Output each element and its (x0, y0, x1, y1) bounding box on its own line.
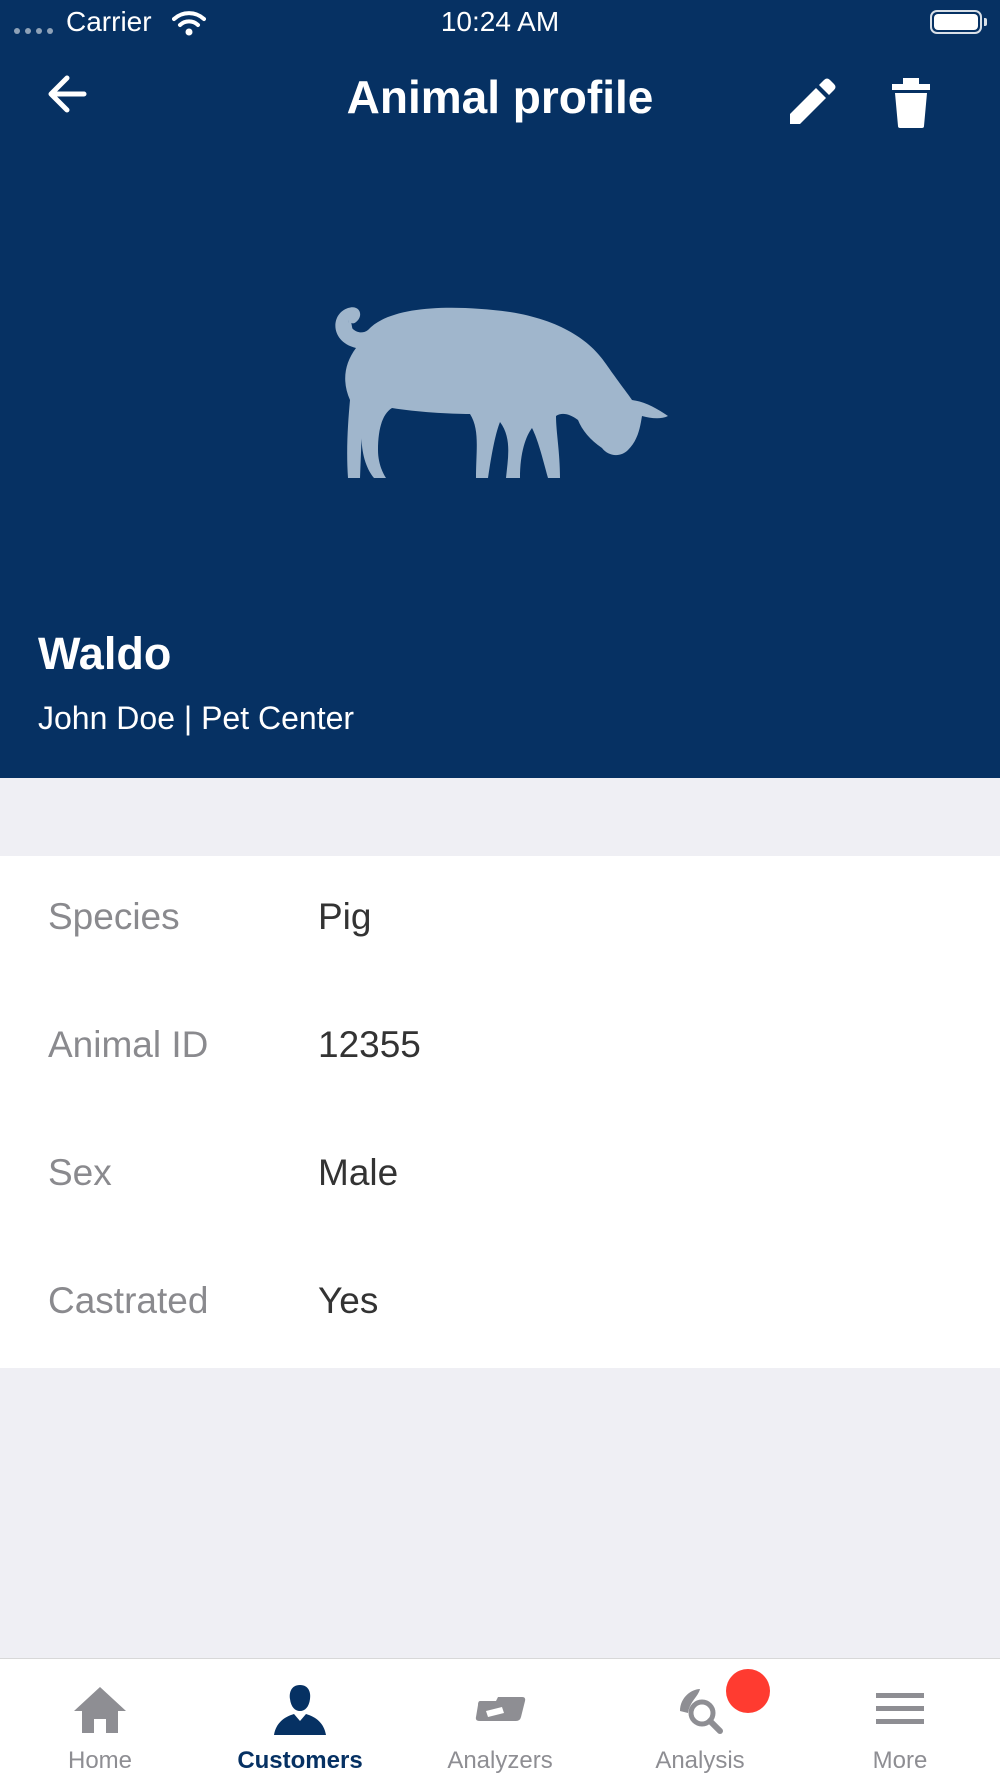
notification-badge (726, 1669, 770, 1713)
tab-home[interactable]: Home (0, 1659, 200, 1779)
tab-more[interactable]: More (800, 1659, 1000, 1779)
detail-row-sex: Sex Male (0, 1112, 1000, 1240)
back-button[interactable] (40, 66, 96, 122)
pig-silhouette-icon (335, 307, 668, 478)
profile-header: Carrier 10:24 AM Animal profile Waldo Jo… (0, 0, 1000, 778)
tab-analysis[interactable]: Analysis (600, 1659, 800, 1779)
status-bar: Carrier 10:24 AM (0, 0, 1000, 48)
home-icon (74, 1687, 126, 1733)
animal-owner: John Doe | Pet Center (38, 700, 355, 736)
arrow-back-icon (48, 75, 87, 113)
tab-label: More (872, 1747, 928, 1774)
trash-icon (892, 78, 930, 128)
detail-label: Castrated (48, 1280, 209, 1321)
detail-value: Male (318, 1152, 399, 1193)
tab-label: Home (67, 1747, 133, 1774)
detail-row-castrated: Castrated Yes (0, 1240, 1000, 1368)
page-title: Animal profile (346, 71, 654, 123)
detail-value: 12355 (318, 1024, 421, 1065)
detail-value: Pig (318, 896, 372, 937)
detail-label: Animal ID (48, 1024, 209, 1065)
tab-label: Analyzers (447, 1747, 553, 1774)
details-card: Species Pig Animal ID 12355 Sex Male Cas… (0, 856, 1000, 1368)
tab-analyzers[interactable]: Analyzers (400, 1659, 600, 1779)
pencil-icon (790, 78, 836, 124)
person-icon (274, 1685, 326, 1735)
tab-label: Analysis (655, 1747, 745, 1774)
menu-icon (876, 1693, 924, 1724)
detail-label: Sex (48, 1152, 112, 1193)
nav-bar: Animal profile (0, 60, 1000, 140)
animal-name: Waldo (38, 628, 172, 679)
delete-button[interactable] (886, 76, 936, 130)
tab-bar: Home Customers Analyzers Analysis More (0, 1658, 1000, 1779)
tab-label: Customers (237, 1747, 363, 1774)
status-time: 10:24 AM (440, 6, 560, 37)
detail-row-animal-id: Animal ID 12355 (0, 984, 1000, 1112)
detail-value: Yes (318, 1280, 379, 1321)
detail-row-species: Species Pig (0, 856, 1000, 984)
tab-customers[interactable]: Customers (200, 1659, 400, 1779)
analysis-search-icon (680, 1689, 723, 1734)
edit-button[interactable] (786, 76, 838, 128)
detail-label: Species (48, 896, 180, 937)
battery-icon (930, 10, 987, 34)
analyzer-icon (475, 1697, 526, 1721)
